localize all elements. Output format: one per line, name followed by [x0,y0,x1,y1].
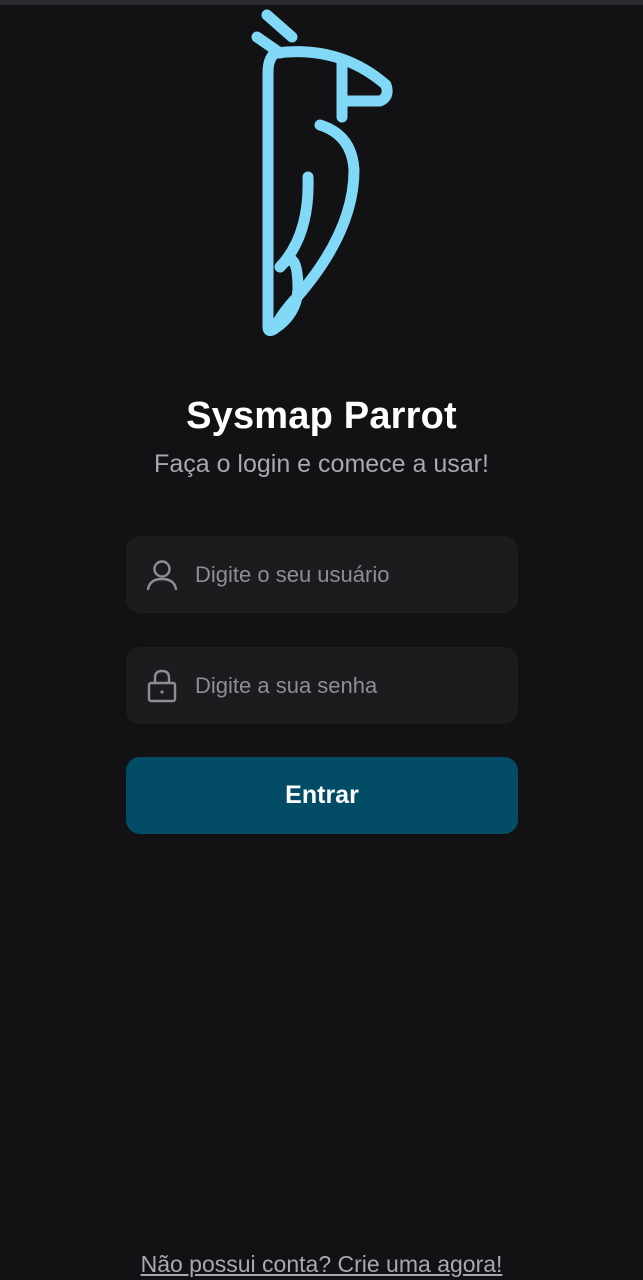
login-screen: Sysmap Parrot Faça o login e comece a us… [0,0,643,1280]
app-title: Sysmap Parrot [186,395,457,437]
lock-icon [145,669,179,703]
app-subtitle: Faça o login e comece a usar! [154,450,489,478]
password-field[interactable] [126,647,518,724]
login-button[interactable]: Entrar [126,757,518,834]
parrot-logo [251,9,393,337]
signup-link[interactable]: Não possui conta? Crie uma agora! [0,1251,643,1278]
username-input[interactable] [195,561,495,588]
user-icon [145,558,179,592]
username-field[interactable] [126,536,518,613]
password-input[interactable] [195,672,495,699]
